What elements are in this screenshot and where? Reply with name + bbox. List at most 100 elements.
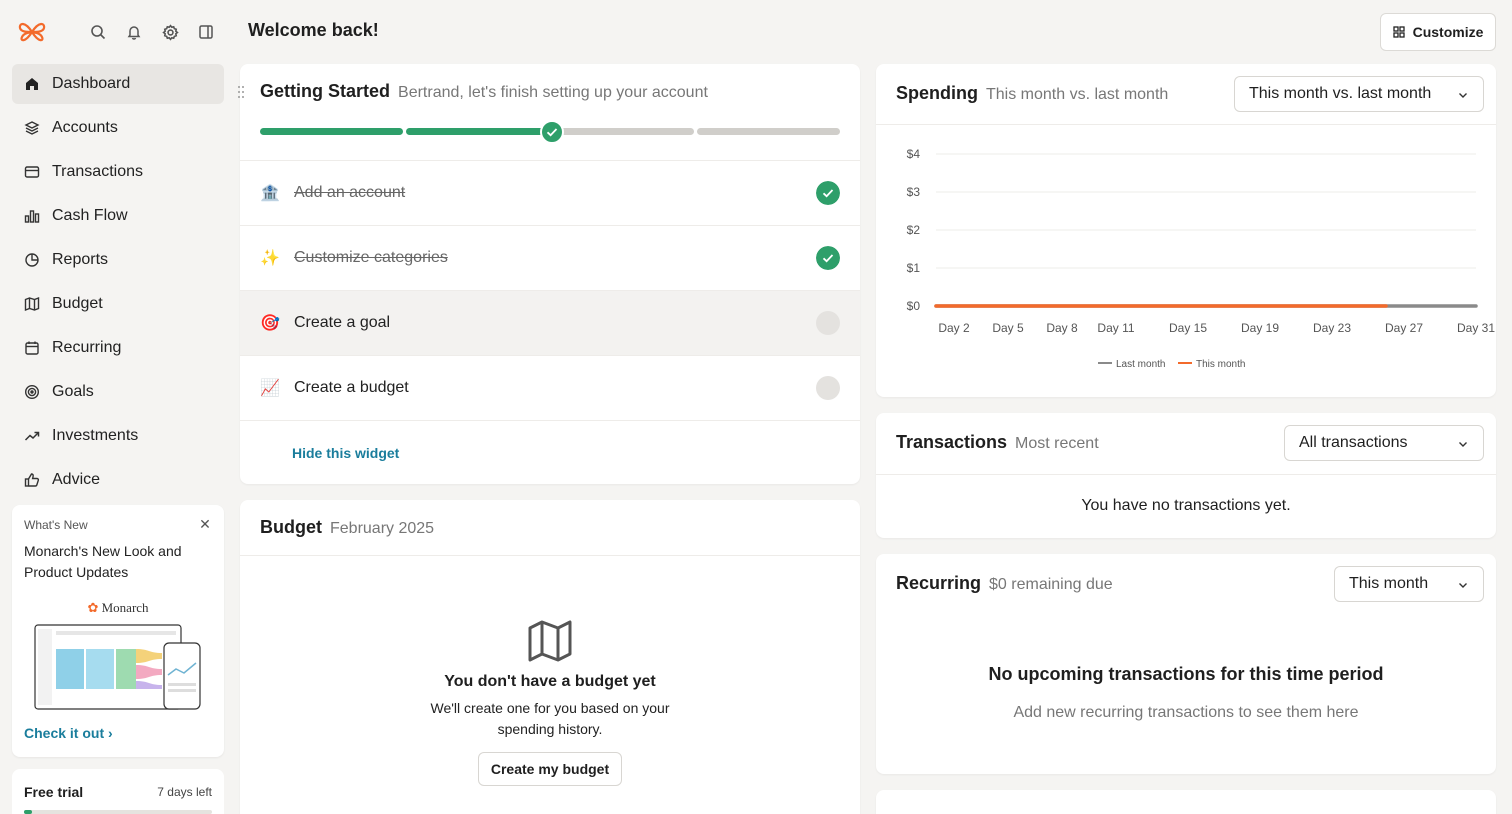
sidebar-toggle-icon[interactable] [195,21,217,43]
progress-segment [697,128,840,135]
step-label: Create a budget [294,379,409,396]
budget-empty-title: You don't have a budget yet [444,673,656,690]
sidebar-item-transactions[interactable]: Transactions [12,152,224,192]
x-tick-label: Day 19 [1241,321,1279,335]
hide-widget-link[interactable]: Hide this widget [292,445,399,461]
recurring-period-select[interactable]: This month [1334,566,1484,602]
spending-card: Spending This month vs. last month This … [876,64,1496,397]
sidebar-item-label: Investments [52,427,139,444]
recurring-title: Recurring [896,573,982,593]
spending-period-select[interactable]: This month vs. last month [1234,76,1484,112]
whats-new-card: What's New ✕ Monarch's New Look and Prod… [12,505,224,757]
budget-card: Budget February 2025 You don't have a bu… [240,500,860,814]
x-tick-label: Day 11 [1097,321,1134,335]
x-tick-label: Day 2 [938,321,970,335]
whats-new-title: Monarch's New Look and Product Updates [24,543,182,580]
divider [876,474,1496,475]
sidebar-item-dashboard[interactable]: Dashboard [12,64,224,104]
check-it-out-link[interactable]: Check it out › [24,725,113,741]
bank-icon: 🏦 [260,185,280,202]
investments-card [876,790,1496,814]
y-tick-label: $2 [907,223,921,237]
product-preview-image [34,624,201,710]
calendar-icon [24,340,40,356]
sidebar-item-label: Dashboard [52,75,131,92]
getting-started-subtitle: Bertrand, let's finish setting up your a… [398,84,708,101]
map-icon [24,296,40,312]
sidebar-item-label: Cash Flow [52,207,128,224]
target-icon [24,384,40,400]
budget-title: Budget [260,517,322,537]
sidebar-item-goals[interactable]: Goals [12,372,224,412]
close-icon[interactable]: ✕ [198,517,212,531]
customize-button[interactable]: Customize [1380,13,1496,51]
sidebar-item-reports[interactable]: Reports [12,240,224,280]
progress-segment [552,128,694,135]
recurring-empty-description: Add new recurring transactions to see th… [1013,704,1359,721]
whats-new-brand: ✿ Monarch [12,600,224,616]
search-icon[interactable] [87,21,109,43]
chevron-down-icon [1459,93,1467,98]
drag-handle-icon[interactable] [237,84,245,100]
whats-new-label: What's New [24,518,88,532]
recurring-card: Recurring $0 remaining due This month No… [876,554,1496,774]
step-create-goal[interactable]: 🎯 Create a goal [240,290,860,355]
sidebar-nav: Dashboard Accounts Transactions Cash Flo… [12,64,224,504]
create-budget-button[interactable]: Create my budget [478,752,622,786]
check-circle-icon [816,246,840,270]
sidebar-item-label: Accounts [52,119,118,136]
monarch-logo-icon[interactable] [17,17,47,47]
select-value: All transactions [1299,434,1408,451]
step-customize-categories[interactable]: ✨ Customize categories [240,225,860,290]
budget-empty-description: We'll create one for you based on your s… [430,700,670,737]
spending-chart: $0 $1 $2 $3 $4 Day 2 Day 5 Day 8 Day 11 Day 15 Day… [907,147,1496,370]
transactions-filter-select[interactable]: All transactions [1284,425,1484,461]
map-icon [528,620,572,662]
y-tick-label: $3 [907,185,921,199]
home-icon [24,76,40,92]
sidebar-item-label: Budget [52,295,103,312]
budget-subtitle: February 2025 [330,520,435,537]
sidebar-item-recurring[interactable]: Recurring [12,328,224,368]
sidebar-item-label: Reports [52,251,109,268]
empty-circle-icon [816,311,840,335]
step-label: Create a goal [294,314,391,331]
bar-chart-icon [24,208,40,224]
sidebar-item-label: Goals [52,383,94,400]
transactions-subtitle: Most recent [1015,435,1099,452]
y-tick-label: $1 [907,261,921,275]
chevron-right-icon: › [108,725,113,741]
sidebar-item-budget[interactable]: Budget [12,284,224,324]
target-emoji-icon: 🎯 [260,315,280,332]
gear-icon[interactable] [159,21,181,43]
bell-icon[interactable] [123,21,145,43]
sidebar-item-advice[interactable]: Advice [12,460,224,500]
x-tick-label: Day 15 [1169,321,1207,335]
sidebar-item-cash-flow[interactable]: Cash Flow [12,196,224,236]
chevron-down-icon [1459,442,1467,447]
sidebar-item-accounts[interactable]: Accounts [12,108,224,148]
trial-days-left: 7 days left [157,785,212,799]
recurring-empty-title: No upcoming transactions for this time p… [988,664,1384,684]
grid-icon [1392,26,1405,38]
sidebar-item-label: Recurring [52,339,122,356]
x-tick-label: Day 5 [992,321,1024,335]
sidebar-item-label: Advice [52,471,101,488]
step-label: Add an account [294,184,406,201]
step-create-budget[interactable]: 📈 Create a budget [240,355,860,420]
sidebar-item-investments[interactable]: Investments [12,416,224,456]
recurring-subtitle: $0 remaining due [989,576,1113,593]
step-add-account[interactable]: 🏦 Add an account [240,160,860,225]
transactions-empty-message: You have no transactions yet. [1081,497,1291,514]
x-tick-label: Day 23 [1313,321,1351,335]
spending-subtitle: This month vs. last month [986,86,1169,103]
y-tick-label: $0 [907,299,921,313]
getting-started-card: Getting Started Bertrand, let's finish s… [237,64,860,484]
progress-segment [406,128,549,135]
divider [240,420,860,421]
brand-label: Monarch [101,600,149,615]
x-tick-label: Day 27 [1385,321,1423,335]
legend-label: Last month [1116,359,1165,370]
butterfly-icon: ✿ [87,600,99,615]
setup-progress-bar [260,120,840,144]
